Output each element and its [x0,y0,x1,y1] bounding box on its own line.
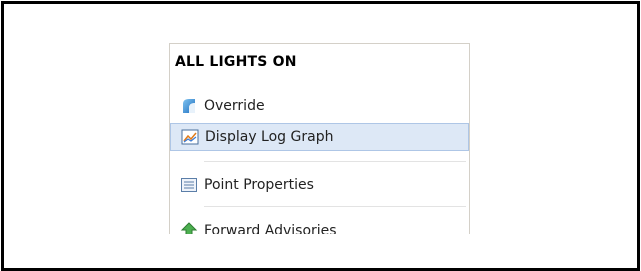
menu-separator [204,206,466,207]
menu-item-label: Forward Advisories [204,223,337,234]
log-graph-icon [181,128,199,146]
context-menu: ALL LIGHTS ON Override Display Log Graph… [169,43,470,234]
menu-item-point-properties[interactable]: Point Properties [170,171,469,199]
menu-item-override[interactable]: Override [170,92,469,120]
override-icon [180,97,198,115]
menu-item-label: Point Properties [204,177,314,193]
menu-item-forward-advisories[interactable]: Forward Advisories [170,217,469,234]
menu-separator [204,161,466,162]
menu-header: ALL LIGHTS ON [175,54,297,70]
advisory-icon [180,222,198,234]
properties-icon [180,176,198,194]
menu-item-display-log-graph[interactable]: Display Log Graph [170,123,469,151]
menu-item-label: Display Log Graph [205,129,334,145]
menu-item-label: Override [204,98,265,114]
